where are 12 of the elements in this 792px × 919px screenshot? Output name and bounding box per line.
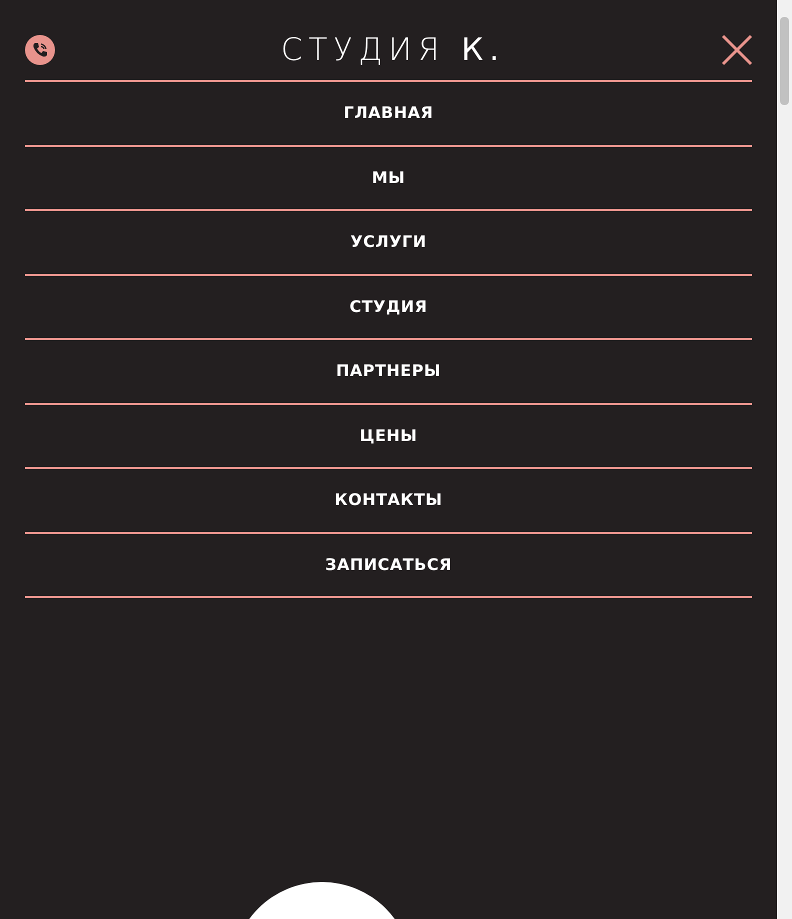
logo[interactable]: СТУДИЯ К.: [280, 26, 506, 74]
close-icon[interactable]: [721, 34, 753, 66]
menu-link[interactable]: СТУДИЯ: [350, 294, 428, 319]
menu-link[interactable]: ПАРТНЕРЫ: [336, 359, 442, 384]
menu-link[interactable]: КОНТАКТЫ: [334, 488, 442, 512]
scrollbar[interactable]: [777, 0, 792, 919]
phone-icon[interactable]: [25, 35, 55, 65]
menu-link[interactable]: МЫ: [372, 166, 406, 190]
menu-link[interactable]: ЦЕНЫ: [360, 424, 418, 448]
menu-link[interactable]: ЗАПИСАТЬСЯ: [325, 552, 452, 577]
menu-link[interactable]: УСЛУГИ: [350, 230, 427, 254]
menu-link[interactable]: ГЛАВНАЯ: [344, 101, 434, 126]
